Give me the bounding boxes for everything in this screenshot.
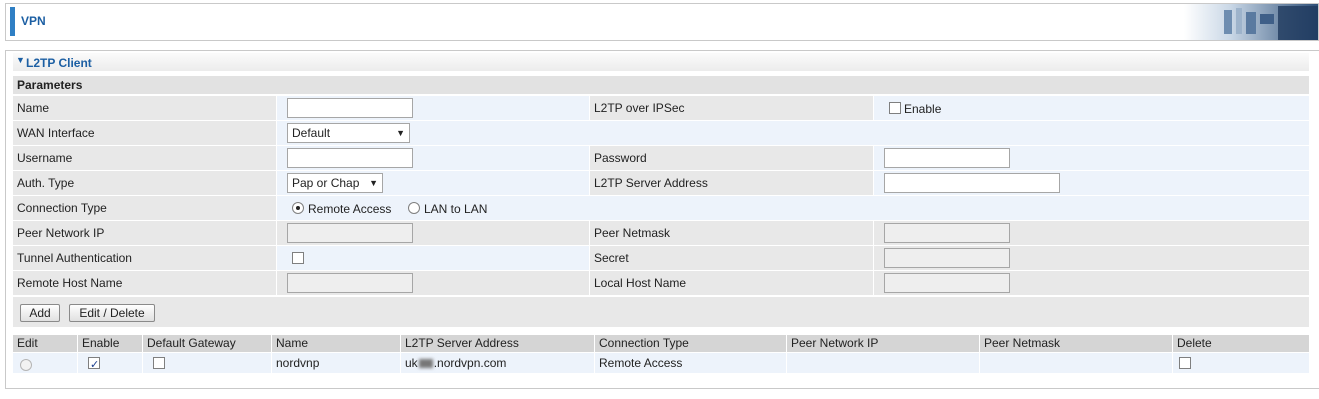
- peer-ip-cell: [277, 221, 589, 245]
- auth-type-select[interactable]: Pap or Chap ▼: [287, 173, 383, 193]
- col-delete: Delete: [1173, 335, 1309, 352]
- l2tp-client-panel: ▼ L2TP Client Parameters Name L2TP over …: [5, 50, 1319, 389]
- col-name: Name: [272, 335, 400, 352]
- form-row-auth: Auth. Type Pap or Chap ▼ L2TP Server Add…: [13, 171, 1309, 195]
- auth-type-label: Auth. Type: [13, 171, 276, 195]
- parameters-heading: Parameters: [13, 76, 1309, 94]
- server-address-cell: [874, 171, 1309, 195]
- col-connection-type: Connection Type: [595, 335, 786, 352]
- col-server-address: L2TP Server Address: [401, 335, 594, 352]
- tunnel-auth-cell: [277, 246, 589, 270]
- wan-cell: Default ▼: [277, 121, 1309, 145]
- form-row-hosts: Remote Host Name Local Host Name: [13, 271, 1309, 295]
- page-title: VPN: [21, 14, 46, 28]
- redacted-blur: [418, 359, 433, 369]
- server-prefix: uk: [405, 356, 418, 370]
- row-default-gateway-checkbox[interactable]: [153, 357, 165, 369]
- form-row-peer: Peer Network IP Peer Netmask: [13, 221, 1309, 245]
- server-address-input[interactable]: [884, 173, 1060, 193]
- peer-ip-input: [287, 223, 413, 243]
- row-delete-checkbox[interactable]: [1179, 357, 1191, 369]
- wan-label: WAN Interface: [13, 121, 276, 145]
- row-default-gateway-cell: [143, 353, 271, 373]
- password-cell: [874, 146, 1309, 170]
- row-connection-type: Remote Access: [595, 353, 786, 373]
- collapse-triangle-icon[interactable]: ▼: [16, 55, 25, 65]
- col-peer-ip: Peer Network IP: [787, 335, 979, 352]
- col-default-gateway: Default Gateway: [143, 335, 271, 352]
- wan-select-value: Default: [292, 126, 331, 140]
- edit-delete-button[interactable]: Edit / Delete: [69, 304, 155, 322]
- username-cell: [277, 146, 589, 170]
- server-suffix: .nordvpn.com: [433, 356, 507, 370]
- password-label: Password: [590, 146, 873, 170]
- lan-to-lan-radio[interactable]: [408, 202, 420, 214]
- local-host-cell: [874, 271, 1309, 295]
- col-enable: Enable: [78, 335, 142, 352]
- lan-to-lan-label: LAN to LAN: [424, 202, 488, 216]
- name-label: Name: [13, 96, 276, 120]
- username-input[interactable]: [287, 148, 413, 168]
- remote-host-input: [287, 273, 413, 293]
- row-edit-radio[interactable]: [20, 359, 32, 371]
- section-header[interactable]: ▼ L2TP Client: [13, 53, 1309, 71]
- form-row-tunnel: Tunnel Authentication Secret: [13, 246, 1309, 270]
- row-name: nordvnp: [272, 353, 400, 373]
- server-address-label: L2TP Server Address: [590, 171, 873, 195]
- row-peer-netmask: [980, 353, 1172, 373]
- row-delete-cell: [1173, 353, 1309, 373]
- chevron-down-icon: ▼: [369, 178, 378, 188]
- secret-input: [884, 248, 1010, 268]
- row-enable-cell: [78, 353, 142, 375]
- wan-select[interactable]: Default ▼: [287, 123, 410, 143]
- password-input[interactable]: [884, 148, 1010, 168]
- peer-mask-input: [884, 223, 1010, 243]
- row-edit-cell: [13, 353, 77, 373]
- secret-label: Secret: [590, 246, 873, 270]
- chevron-down-icon: ▼: [396, 128, 405, 138]
- local-host-input: [884, 273, 1010, 293]
- tunnel-auth-checkbox[interactable]: [292, 252, 304, 264]
- l2tp-ipsec-label: L2TP over IPSec: [590, 96, 873, 120]
- connection-type-cell: Remote Access LAN to LAN: [277, 196, 1309, 220]
- add-button[interactable]: Add: [20, 304, 60, 322]
- action-bar: Add Edit / Delete: [13, 297, 1309, 327]
- page-header: VPN: [5, 3, 1319, 41]
- peer-ip-label: Peer Network IP: [13, 221, 276, 245]
- l2tp-ipsec-cell: Enable: [874, 96, 1309, 120]
- remote-host-cell: [277, 271, 589, 295]
- form-row-wan: WAN Interface Default ▼: [13, 121, 1309, 145]
- name-cell: [277, 96, 589, 120]
- col-peer-netmask: Peer Netmask: [980, 335, 1172, 352]
- peer-mask-cell: [874, 221, 1309, 245]
- row-enable-checkbox[interactable]: [88, 355, 100, 375]
- remote-access-label: Remote Access: [308, 202, 392, 216]
- remote-host-label: Remote Host Name: [13, 271, 276, 295]
- secret-cell: [874, 246, 1309, 270]
- section-title: L2TP Client: [26, 56, 92, 70]
- form-row-name: Name L2TP over IPSec Enable: [13, 96, 1309, 120]
- form-row-connection: Connection Type Remote Access LAN to LAN: [13, 196, 1309, 220]
- username-label: Username: [13, 146, 276, 170]
- name-input[interactable]: [287, 98, 413, 118]
- office-banner-image: [1184, 4, 1318, 40]
- remote-access-radio[interactable]: [292, 202, 304, 214]
- header-accent-bar: [10, 7, 15, 36]
- connection-type-label: Connection Type: [13, 196, 276, 220]
- l2tp-ipsec-enable-checkbox[interactable]: [889, 102, 901, 114]
- row-peer-ip: [787, 353, 979, 373]
- form-row-username: Username Password: [13, 146, 1309, 170]
- peer-mask-label: Peer Netmask: [590, 221, 873, 245]
- auth-type-cell: Pap or Chap ▼: [277, 171, 589, 195]
- col-edit: Edit: [13, 335, 77, 352]
- auth-type-value: Pap or Chap: [292, 176, 360, 190]
- tunnel-auth-label: Tunnel Authentication: [13, 246, 276, 270]
- local-host-label: Local Host Name: [590, 271, 873, 295]
- row-server-address: uk .nordvpn.com: [401, 353, 594, 373]
- l2tp-ipsec-enable-label: Enable: [904, 102, 942, 116]
